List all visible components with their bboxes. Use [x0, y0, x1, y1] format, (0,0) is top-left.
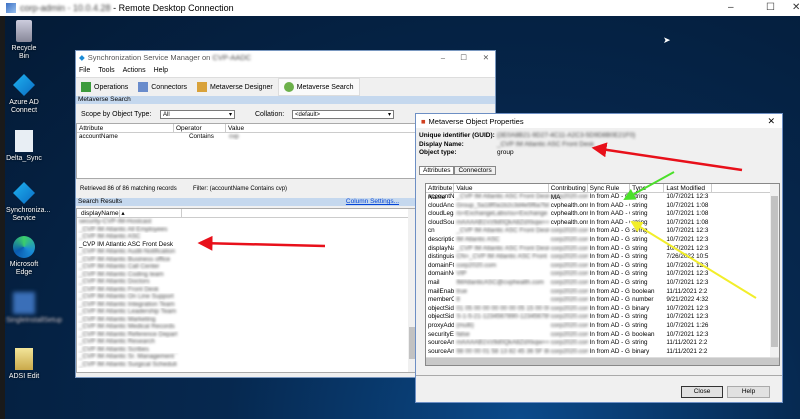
green-arrow: [623, 171, 675, 200]
red-arrow-right: [591, 142, 743, 172]
annotation-arrows: [197, 142, 757, 299]
red-arrow-left: [197, 235, 326, 251]
yellow-arrow: [630, 220, 757, 299]
